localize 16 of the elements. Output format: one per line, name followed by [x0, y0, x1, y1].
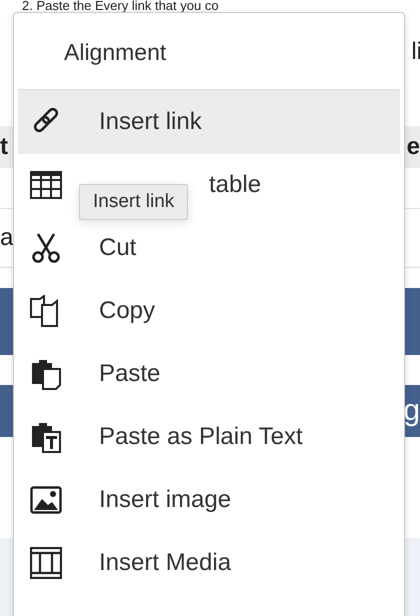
paste-icon [30, 358, 62, 390]
tooltip: Insert link [79, 184, 188, 220]
image-icon [30, 486, 62, 514]
scissors-icon [30, 232, 62, 264]
menu-header: Alignment [63, 38, 168, 63]
header-text: t [0, 133, 8, 161]
banner-text: g [403, 394, 420, 428]
cell-text: a [0, 224, 14, 252]
page-text: 2. Paste the Every link that you co [22, 0, 219, 13]
menu-item[interactable]: Insert link [18, 90, 400, 154]
page-text: li [411, 37, 420, 67]
header-text: e [406, 133, 420, 161]
paste-text-icon [30, 420, 62, 452]
table-icon [30, 170, 62, 198]
menu-item[interactable]: table [209, 170, 262, 198]
film-icon [30, 546, 62, 578]
